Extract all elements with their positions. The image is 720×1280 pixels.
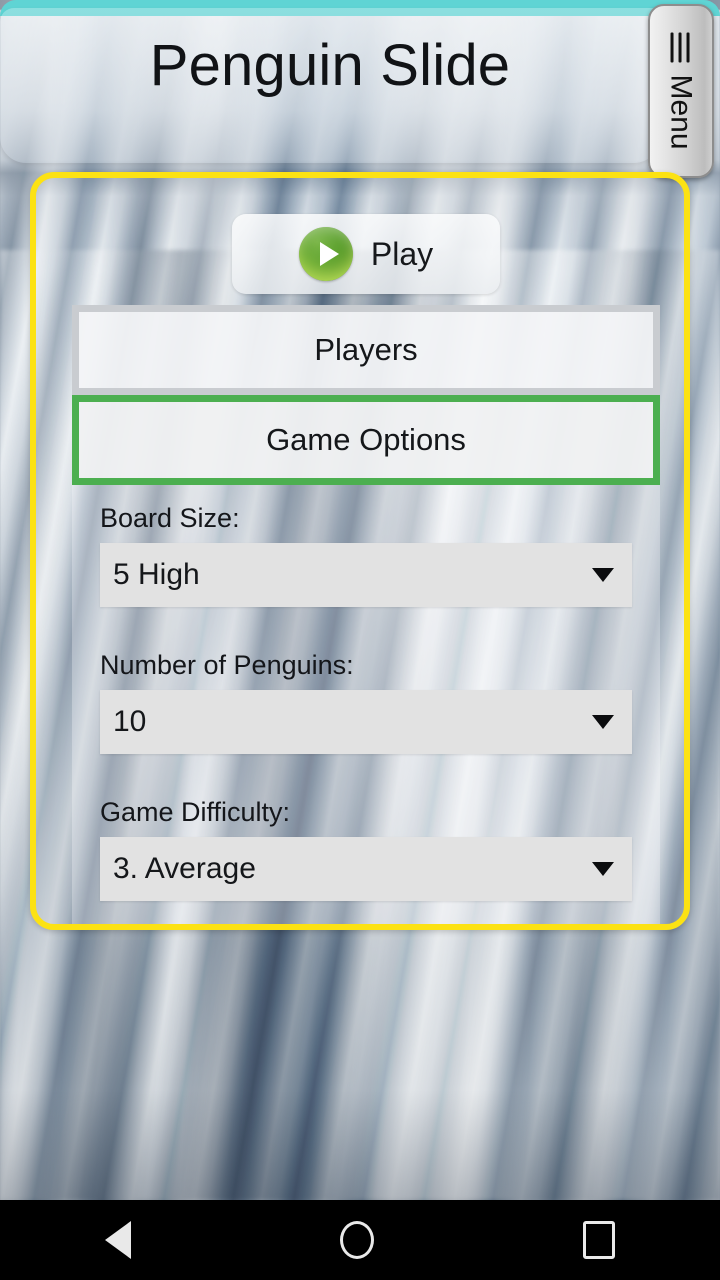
- android-nav-bar: [0, 1200, 720, 1280]
- option-number-of-penguins-label: Number of Penguins:: [100, 650, 354, 680]
- menu-button-content: Menu: [664, 32, 699, 150]
- tab-players[interactable]: Players: [72, 305, 660, 395]
- option-game-difficulty-label: Game Difficulty:: [100, 797, 291, 827]
- board-size-select[interactable]: 5 High: [100, 543, 632, 607]
- tab-game-options-label: Game Options: [266, 422, 466, 457]
- hamburger-icon: [671, 32, 691, 63]
- chevron-down-icon: [592, 862, 614, 876]
- tab-players-label: Players: [314, 332, 418, 367]
- home-circle-icon[interactable]: [339, 1221, 374, 1259]
- tab-game-options[interactable]: Game Options: [72, 395, 660, 485]
- board-size-value: 5 High: [113, 558, 200, 591]
- number-of-penguins-value: 10: [113, 705, 147, 738]
- option-number-of-penguins: Number of Penguins: 10: [100, 650, 632, 754]
- page-title: Penguin Slide: [149, 33, 511, 98]
- main-panel: Play Players Game Options Board Size: 5 …: [30, 172, 690, 930]
- option-game-difficulty: Game Difficulty: 3. Average: [100, 797, 632, 901]
- play-button[interactable]: Play: [232, 214, 500, 294]
- option-board-size: Board Size: 5 High: [100, 503, 632, 607]
- menu-button-label: Menu: [665, 74, 699, 150]
- play-button-label: Play: [370, 235, 434, 272]
- title-bar: Penguin Slide: [0, 8, 660, 163]
- options-content-panel: Players Game Options Board Size: 5 High …: [72, 305, 660, 924]
- number-of-penguins-select[interactable]: 10: [100, 690, 632, 754]
- app-screen: Penguin Slide Menu Play Players Game Opt…: [0, 0, 720, 1280]
- game-difficulty-select[interactable]: 3. Average: [100, 837, 632, 901]
- option-board-size-label: Board Size:: [100, 503, 240, 533]
- chevron-down-icon: [592, 568, 614, 582]
- game-difficulty-value: 3. Average: [113, 852, 256, 885]
- chevron-down-icon: [592, 715, 614, 729]
- menu-button[interactable]: Menu: [648, 4, 714, 178]
- back-triangle-icon[interactable]: [104, 1221, 131, 1259]
- recent-square-icon[interactable]: [583, 1221, 616, 1259]
- play-circle-icon: [298, 227, 353, 281]
